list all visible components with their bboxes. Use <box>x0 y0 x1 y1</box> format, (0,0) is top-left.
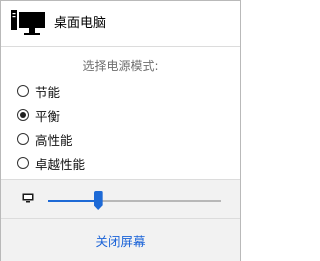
divider <box>1 46 240 47</box>
header: 桌面电脑 <box>1 1 240 46</box>
radio-button[interactable] <box>17 157 29 169</box>
footer: 关闭屏幕 <box>1 179 240 261</box>
option-high-performance[interactable]: 高性能 <box>17 127 85 151</box>
radio-button-checked[interactable] <box>17 109 29 121</box>
device-title: 桌面电脑 <box>54 16 107 31</box>
divider <box>1 218 240 219</box>
option-label: 高性能 <box>35 132 73 148</box>
desktop-computer-icon <box>11 10 45 35</box>
option-label: 平衡 <box>35 108 61 124</box>
monitor-icon <box>22 193 34 203</box>
power-flyout: 桌面电脑 选择电源模式: 节能 平衡 高性能 卓越性能 关闭屏幕 <box>0 0 241 261</box>
radio-button[interactable] <box>17 133 29 145</box>
radio-button[interactable] <box>17 85 29 97</box>
option-label: 节能 <box>35 84 61 100</box>
close-screen-link[interactable]: 关闭屏幕 <box>1 231 240 250</box>
option-ultimate-performance[interactable]: 卓越性能 <box>17 151 85 175</box>
option-balanced[interactable]: 平衡 <box>17 103 85 127</box>
option-label: 卓越性能 <box>35 156 86 172</box>
option-power-saver[interactable]: 节能 <box>17 79 85 103</box>
power-mode-options: 节能 平衡 高性能 卓越性能 <box>17 79 85 175</box>
brightness-slider-fill <box>48 200 99 202</box>
power-mode-label: 选择电源模式: <box>82 59 159 73</box>
brightness-slider-thumb[interactable] <box>93 191 103 210</box>
